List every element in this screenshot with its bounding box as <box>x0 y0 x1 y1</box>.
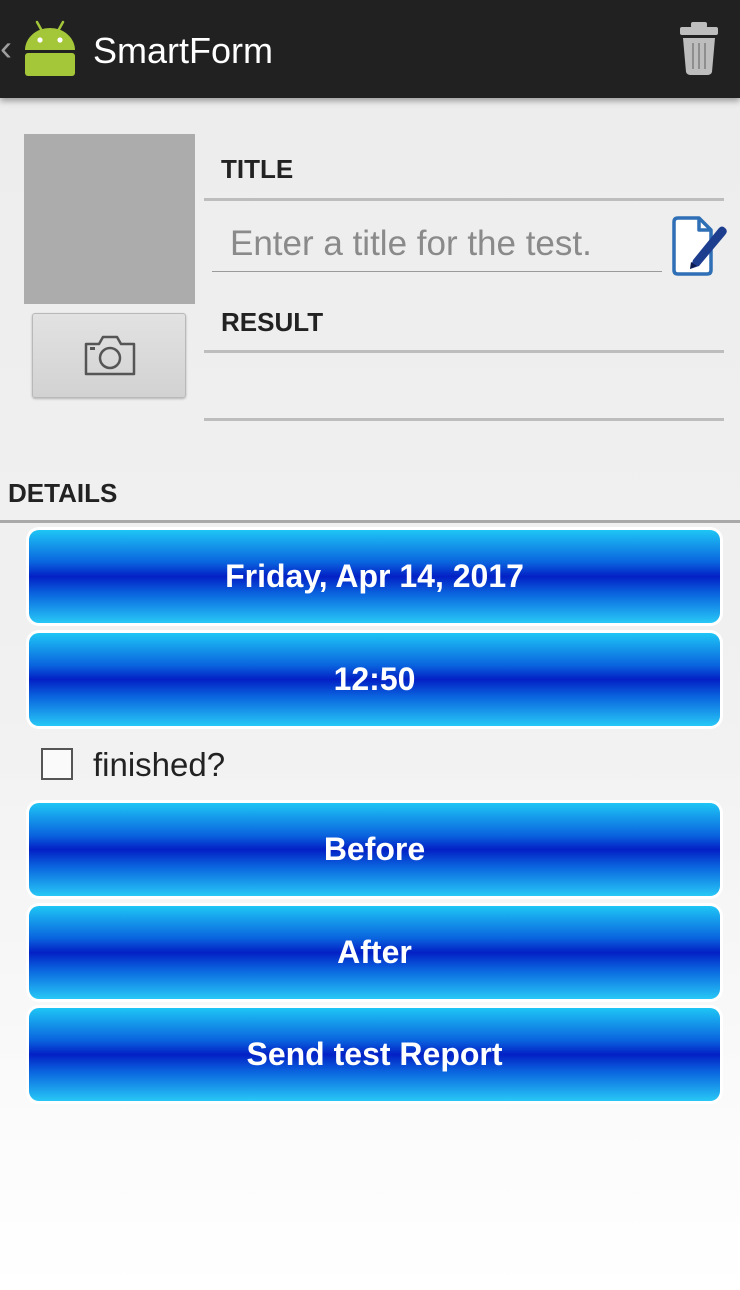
action-bar: ‹ SmartForm <box>0 0 740 98</box>
trash-icon[interactable] <box>676 20 722 76</box>
photo-preview[interactable] <box>24 134 195 304</box>
result-bottom-divider <box>204 418 724 421</box>
details-divider <box>0 520 740 523</box>
send-report-button[interactable]: Send test Report <box>29 1008 720 1101</box>
result-value <box>204 356 724 416</box>
edit-document-icon[interactable] <box>669 210 727 278</box>
before-button[interactable]: Before <box>29 803 720 896</box>
details-label: DETAILS <box>8 478 118 508</box>
date-button[interactable]: Friday, Apr 14, 2017 <box>29 530 720 623</box>
android-logo-icon[interactable] <box>20 18 80 78</box>
result-label: RESULT <box>221 307 324 337</box>
after-button[interactable]: After <box>29 906 720 999</box>
title-divider <box>204 198 724 201</box>
time-button[interactable]: 12:50 <box>29 633 720 726</box>
result-divider <box>204 350 724 353</box>
app-title: SmartForm <box>93 30 273 71</box>
take-photo-button[interactable] <box>32 313 186 398</box>
title-label: TITLE <box>221 154 294 184</box>
finished-label[interactable]: finished? <box>93 744 225 786</box>
camera-icon <box>84 335 136 376</box>
title-input[interactable] <box>212 216 662 272</box>
back-chevron-icon[interactable]: ‹ <box>0 28 14 68</box>
finished-checkbox[interactable] <box>41 748 73 780</box>
